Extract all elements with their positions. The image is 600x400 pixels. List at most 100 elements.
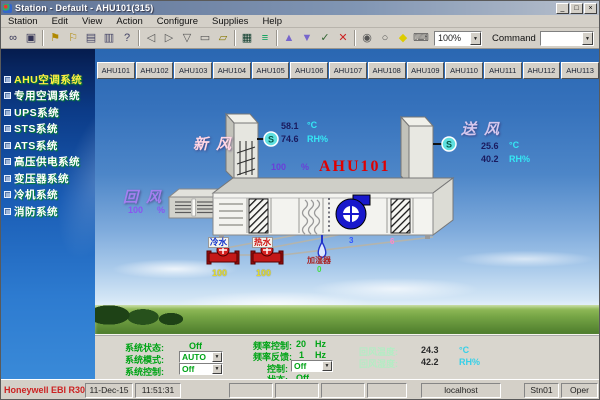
return-rh-unit: RH% [459,357,480,367]
zoom-select-icon[interactable]: ◉ [358,30,376,46]
fresh-air-sensor-icon[interactable]: S [257,132,278,146]
close-button[interactable]: × [584,3,597,14]
point-detail-icon[interactable]: ▤ [82,30,100,46]
sidebar-item[interactable]: ATS系统 [1,139,95,151]
titlebar: Station - Default - AHU101(315) _ □ × [1,1,599,15]
expand-box-icon [4,208,11,215]
find-icon[interactable]: ∞ [4,30,22,46]
svg-text:S: S [268,135,274,145]
page-up-arrow-icon[interactable]: ▲ [280,30,298,46]
fresh-air-rh-value: 74.6 [281,134,299,144]
fresh-air-temp-unit: °C [307,120,317,130]
accept-icon[interactable]: ✓ [316,30,334,46]
hot-valve-value: 100 [256,268,271,278]
window-title: Station - Default - AHU101(315) [15,3,153,13]
tab-ahu113[interactable]: AHU113 [561,62,599,79]
menu-item-configure[interactable]: Configure [150,16,205,27]
dropdown-arrow-icon[interactable]: ▼ [470,32,481,45]
system-control-select[interactable]: Off ▼ [179,363,223,375]
page-back-icon[interactable]: ◁ [142,30,160,46]
expand-box-icon [4,142,11,149]
expand-box-icon [4,175,11,182]
trend-icon[interactable]: ≡ [256,30,274,46]
control-panel: 系统状态: Off 系统模式: AUTO ▼ 系统控制: Off ▼ 频率控制:… [95,334,600,379]
hot-water-label: 热水 [252,237,273,248]
dropdown-arrow-icon[interactable]: ▼ [582,32,593,45]
print-icon[interactable]: ▭ [196,30,214,46]
toolbar-separator [276,30,278,46]
tab-ahu105[interactable]: AHU105 [252,62,290,79]
ahu-unit-label: AHU101 [319,158,391,176]
console-icon[interactable]: ⌨ [412,30,430,46]
chilled-water-label: 冷水 [208,237,229,248]
sidebar-item[interactable]: 专用空调系统 [1,90,95,102]
workspace-icon[interactable]: ▣ [22,30,40,46]
sidebar-item[interactable]: UPS系统 [1,106,95,118]
statusbar-time: 11:51:31 [135,383,181,398]
return-rh-value: 42.2 [421,357,439,367]
event-summary-icon[interactable]: ▥ [100,30,118,46]
toolbar-separator [42,30,44,46]
filter-icon [249,199,268,233]
menu-item-station[interactable]: Station [1,16,45,27]
tab-ahu112[interactable]: AHU112 [523,62,561,79]
sidebar-item[interactable]: 变压器系统 [1,172,95,184]
page-recall-icon[interactable]: ▽ [178,30,196,46]
dropdown-arrow-icon[interactable]: ▼ [212,364,222,374]
sidebar-item[interactable]: STS系统 [1,123,95,135]
return-temp-unit: °C [459,345,469,355]
tab-ahu110[interactable]: AHU110 [445,62,483,79]
fresh-air-rh-unit: RH% [307,134,328,144]
cancel-icon[interactable]: ✕ [334,30,352,46]
alarm-ack-icon[interactable]: ⚐ [64,30,82,46]
expand-box-icon [4,125,11,132]
zoom-icon[interactable]: ○ [376,30,394,46]
expand-box-icon [4,158,11,165]
menu-item-view[interactable]: View [75,16,109,27]
fan-control-select[interactable]: Off ▼ [291,360,333,372]
freq-control-unit: Hz [315,339,326,349]
tab-ahu107[interactable]: AHU107 [329,62,367,79]
tab-ahu104[interactable]: AHU104 [213,62,251,79]
maximize-button[interactable]: □ [570,3,583,14]
sidebar: AHU空调系统 专用空调系统 UPS系统 STS系统 [1,49,95,379]
snapshot-icon[interactable]: ▱ [214,30,232,46]
system-status-value: Off [189,341,202,351]
tab-ahu103[interactable]: AHU103 [174,62,212,79]
command-input[interactable]: ▼ [540,31,594,46]
menu-item-help[interactable]: Help [255,16,289,27]
tab-ahu108[interactable]: AHU108 [368,62,406,79]
sidebar-item[interactable]: 消防系统 [1,205,95,217]
dropdown-arrow-icon[interactable]: ▼ [212,352,222,362]
zoom-level-select[interactable]: 100% ▼ [434,31,482,46]
system-mode-select[interactable]: AUTO ▼ [179,351,223,363]
statusbar-cell-empty [275,383,319,398]
tab-ahu111[interactable]: AHU111 [484,62,522,79]
tab-ahu106[interactable]: AHU106 [290,62,328,79]
page-forward-icon[interactable]: ▷ [160,30,178,46]
toolbar-separator [354,30,356,46]
tab-ahu109[interactable]: AHU109 [407,62,445,79]
display-icon[interactable]: ▦ [238,30,256,46]
supply-air-label: 送风 [461,118,507,139]
dropdown-arrow-icon[interactable]: ▼ [322,361,332,371]
menu-item-action[interactable]: Action [109,16,149,27]
sidebar-item[interactable]: 高压供电系统 [1,156,95,168]
alarm-summary-icon[interactable]: ⚑ [46,30,64,46]
tab-ahu101[interactable]: AHU101 [97,62,135,79]
return-temp-value: 24.3 [421,345,439,355]
app-icon [3,4,12,13]
supply-air-sensor-icon[interactable]: S [433,137,456,151]
statusbar-cell-empty [321,383,365,398]
minimize-button[interactable]: _ [556,3,569,14]
locate-icon[interactable]: ◆ [394,30,412,46]
menu-item-edit[interactable]: Edit [45,16,75,27]
tab-ahu102[interactable]: AHU102 [136,62,174,79]
page-down-arrow-icon[interactable]: ▼ [298,30,316,46]
sidebar-item[interactable]: AHU空调系统 [1,73,95,85]
help-page-icon[interactable]: ? [118,30,136,46]
sidebar-item[interactable]: 冷机系统 [1,189,95,201]
supply-air-temp-unit: °C [509,140,519,150]
statusbar: Honeywell EBI R300.1 11-Dec-15 11:51:31 … [1,379,600,400]
menu-item-supplies[interactable]: Supplies [205,16,255,27]
